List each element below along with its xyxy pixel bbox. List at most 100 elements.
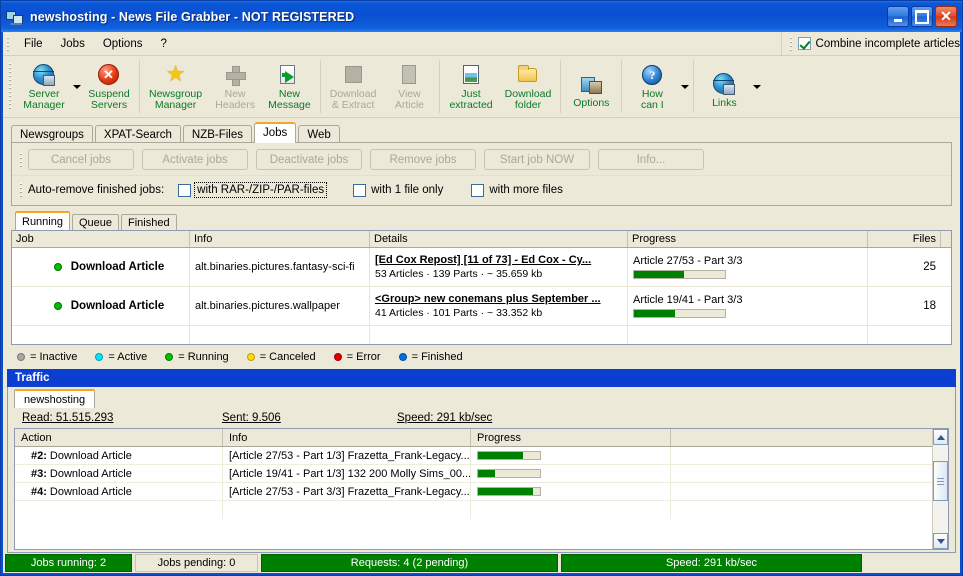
close-button[interactable]: ✕ (935, 6, 957, 27)
tab-nzb-files[interactable]: NZB-Files (182, 125, 253, 143)
table-row[interactable]: Download Article alt.binaries.pictures.w… (12, 287, 951, 326)
column-header-info[interactable]: Info (190, 231, 370, 247)
toolbar-newsgroup-manager[interactable]: ★ Newsgroup Manager (143, 56, 208, 117)
list-item[interactable]: #2: Download Article [Article 27/53 - Pa… (15, 447, 932, 465)
toolbar-options[interactable]: Options (564, 56, 618, 117)
auto-remove-rar-checkbox[interactable] (178, 183, 192, 197)
auto-remove-one-file-option[interactable]: with 1 file only (353, 183, 443, 197)
traffic-column-info[interactable]: Info (223, 429, 471, 446)
job-details-title[interactable]: <Group> new conemans plus September ... (375, 293, 622, 305)
legend-running: = Running (165, 351, 229, 363)
toolbar-suspend-servers[interactable]: ✕ Suspend Servers (82, 56, 136, 117)
table-row[interactable]: Download Article alt.binaries.pictures.f… (12, 248, 951, 287)
menu-gripper[interactable] (5, 34, 12, 53)
list-item[interactable]: #4: Download Article [Article 27/53 - Pa… (15, 483, 932, 501)
toolbar-new-message[interactable]: New Message (262, 56, 317, 117)
remove-jobs-button[interactable]: Remove jobs (370, 149, 476, 170)
server-manager-dropdown-icon[interactable] (71, 85, 82, 89)
minimize-button[interactable] (887, 6, 909, 27)
traffic-progress-bar (477, 451, 541, 460)
computers-icon (6, 8, 24, 26)
tab-jobs[interactable]: Jobs (254, 122, 297, 143)
toolbar-separator (693, 60, 695, 113)
column-header-files[interactable]: Files (868, 231, 941, 247)
column-header-job[interactable]: Job (12, 231, 190, 247)
subtab-queue[interactable]: Queue (71, 214, 120, 230)
maximize-button[interactable] (911, 6, 933, 27)
traffic-tab-newshosting[interactable]: newshosting (14, 389, 96, 408)
column-header-progress[interactable]: Progress (628, 231, 868, 247)
cancel-jobs-button[interactable]: Cancel jobs (28, 149, 134, 170)
auto-remove-more-files-checkbox[interactable] (471, 183, 485, 197)
job-newsgroup: alt.binaries.pictures.fantasy-sci-fi (195, 261, 355, 273)
menu-help[interactable]: ? (151, 35, 175, 53)
traffic-scrollbar[interactable] (932, 429, 948, 549)
traffic-panel: Traffic newshosting Read: 51.515.293 Sen… (7, 369, 956, 553)
jobs-buttons-gripper[interactable] (18, 150, 25, 169)
column-header-details[interactable]: Details (370, 231, 628, 247)
legend-finished-label: = Finished (411, 351, 463, 363)
toolbar-server-manager[interactable]: Server Manager (17, 56, 71, 117)
image-doc-icon (459, 63, 483, 87)
menu-jobs[interactable]: Jobs (52, 35, 94, 53)
toolbar-separator (439, 60, 441, 113)
files-cell: 25 (923, 261, 936, 273)
list-item[interactable]: #3: Download Article [Article 19/41 - Pa… (15, 465, 932, 483)
traffic-action-cell: #4: Download Article (15, 483, 223, 500)
traffic-info-cell: [Article 27/53 - Part 1/3] Frazetta_Fran… (223, 447, 471, 464)
subtab-running[interactable]: Running (15, 211, 70, 230)
activate-jobs-button[interactable]: Activate jobs (142, 149, 248, 170)
traffic-column-progress[interactable]: Progress (471, 429, 671, 446)
scroll-down-icon[interactable] (933, 533, 948, 549)
combine-articles-area: Combine incomplete articles (780, 32, 960, 55)
globe-icon (712, 72, 736, 96)
list-item-empty (15, 501, 932, 519)
scrollbar-track[interactable] (933, 445, 948, 533)
subtab-finished[interactable]: Finished (121, 214, 177, 230)
job-details-title[interactable]: [Ed Cox Repost] [11 of 73] - Ed Cox - Cy… (375, 254, 622, 266)
scroll-up-icon[interactable] (933, 429, 948, 445)
menu-file[interactable]: File (15, 35, 52, 53)
tab-newsgroups[interactable]: Newsgroups (11, 125, 93, 143)
window-controls: ✕ (887, 6, 959, 27)
toolbar-newsgroup-manager-label: Newsgroup Manager (149, 88, 203, 111)
tab-xpat-search[interactable]: XPAT-Search (94, 125, 181, 143)
status-jobs-running: Jobs running: 2 (5, 554, 132, 572)
traffic-row-number: #3: (31, 467, 47, 480)
toolbar-how-can-i[interactable]: ? How can I (625, 56, 679, 117)
legend-error-dot-icon (333, 353, 342, 361)
scrollbar-thumb[interactable] (933, 461, 948, 501)
how-can-i-dropdown-icon[interactable] (679, 85, 690, 89)
toolbar-just-extracted[interactable]: Just extracted (443, 56, 498, 117)
deactivate-jobs-button[interactable]: Deactivate jobs (256, 149, 362, 170)
traffic-column-extra[interactable] (671, 429, 932, 446)
traffic-info-cell: [Article 19/41 - Part 1/3] 132 200 Molly… (223, 465, 471, 482)
toolbar-links[interactable]: Links (697, 56, 751, 117)
traffic-column-action[interactable]: Action (15, 429, 223, 446)
status-dot-running-icon (53, 263, 62, 271)
traffic-progress-cell (471, 447, 671, 464)
auto-remove-gripper[interactable] (18, 181, 25, 199)
toolbar-gripper[interactable] (7, 61, 14, 111)
legend-active-label: = Active (108, 351, 148, 363)
progress-cell: Article 27/53 - Part 3/3 (628, 248, 868, 286)
info-button[interactable]: Info... (598, 149, 704, 170)
toolbar-separator (560, 60, 562, 113)
legend-active: = Active (95, 351, 147, 363)
auto-remove-more-files-option[interactable]: with more files (471, 183, 563, 197)
job-details-sub: 53 Articles · 139 Parts · ~ 35.659 kb (375, 268, 543, 280)
toolbar-download-folder[interactable]: Download folder (499, 56, 558, 117)
auto-remove-one-file-checkbox[interactable] (353, 183, 367, 197)
legend-canceled-label: = Canceled (259, 351, 316, 363)
legend-finished-dot-icon (398, 353, 407, 361)
new-message-icon (277, 63, 301, 87)
combine-gripper[interactable] (787, 34, 795, 53)
globe-icon (32, 63, 56, 87)
links-dropdown-icon[interactable] (751, 85, 762, 89)
menu-options[interactable]: Options (94, 35, 152, 53)
tab-web[interactable]: Web (298, 125, 340, 143)
start-job-now-button[interactable]: Start job NOW (484, 149, 590, 170)
auto-remove-rar-zip-par-option[interactable]: with RAR-/ZIP-/PAR-files (178, 182, 328, 198)
toolbar-separator (139, 60, 140, 113)
combine-incomplete-articles-checkbox[interactable] (797, 37, 811, 50)
